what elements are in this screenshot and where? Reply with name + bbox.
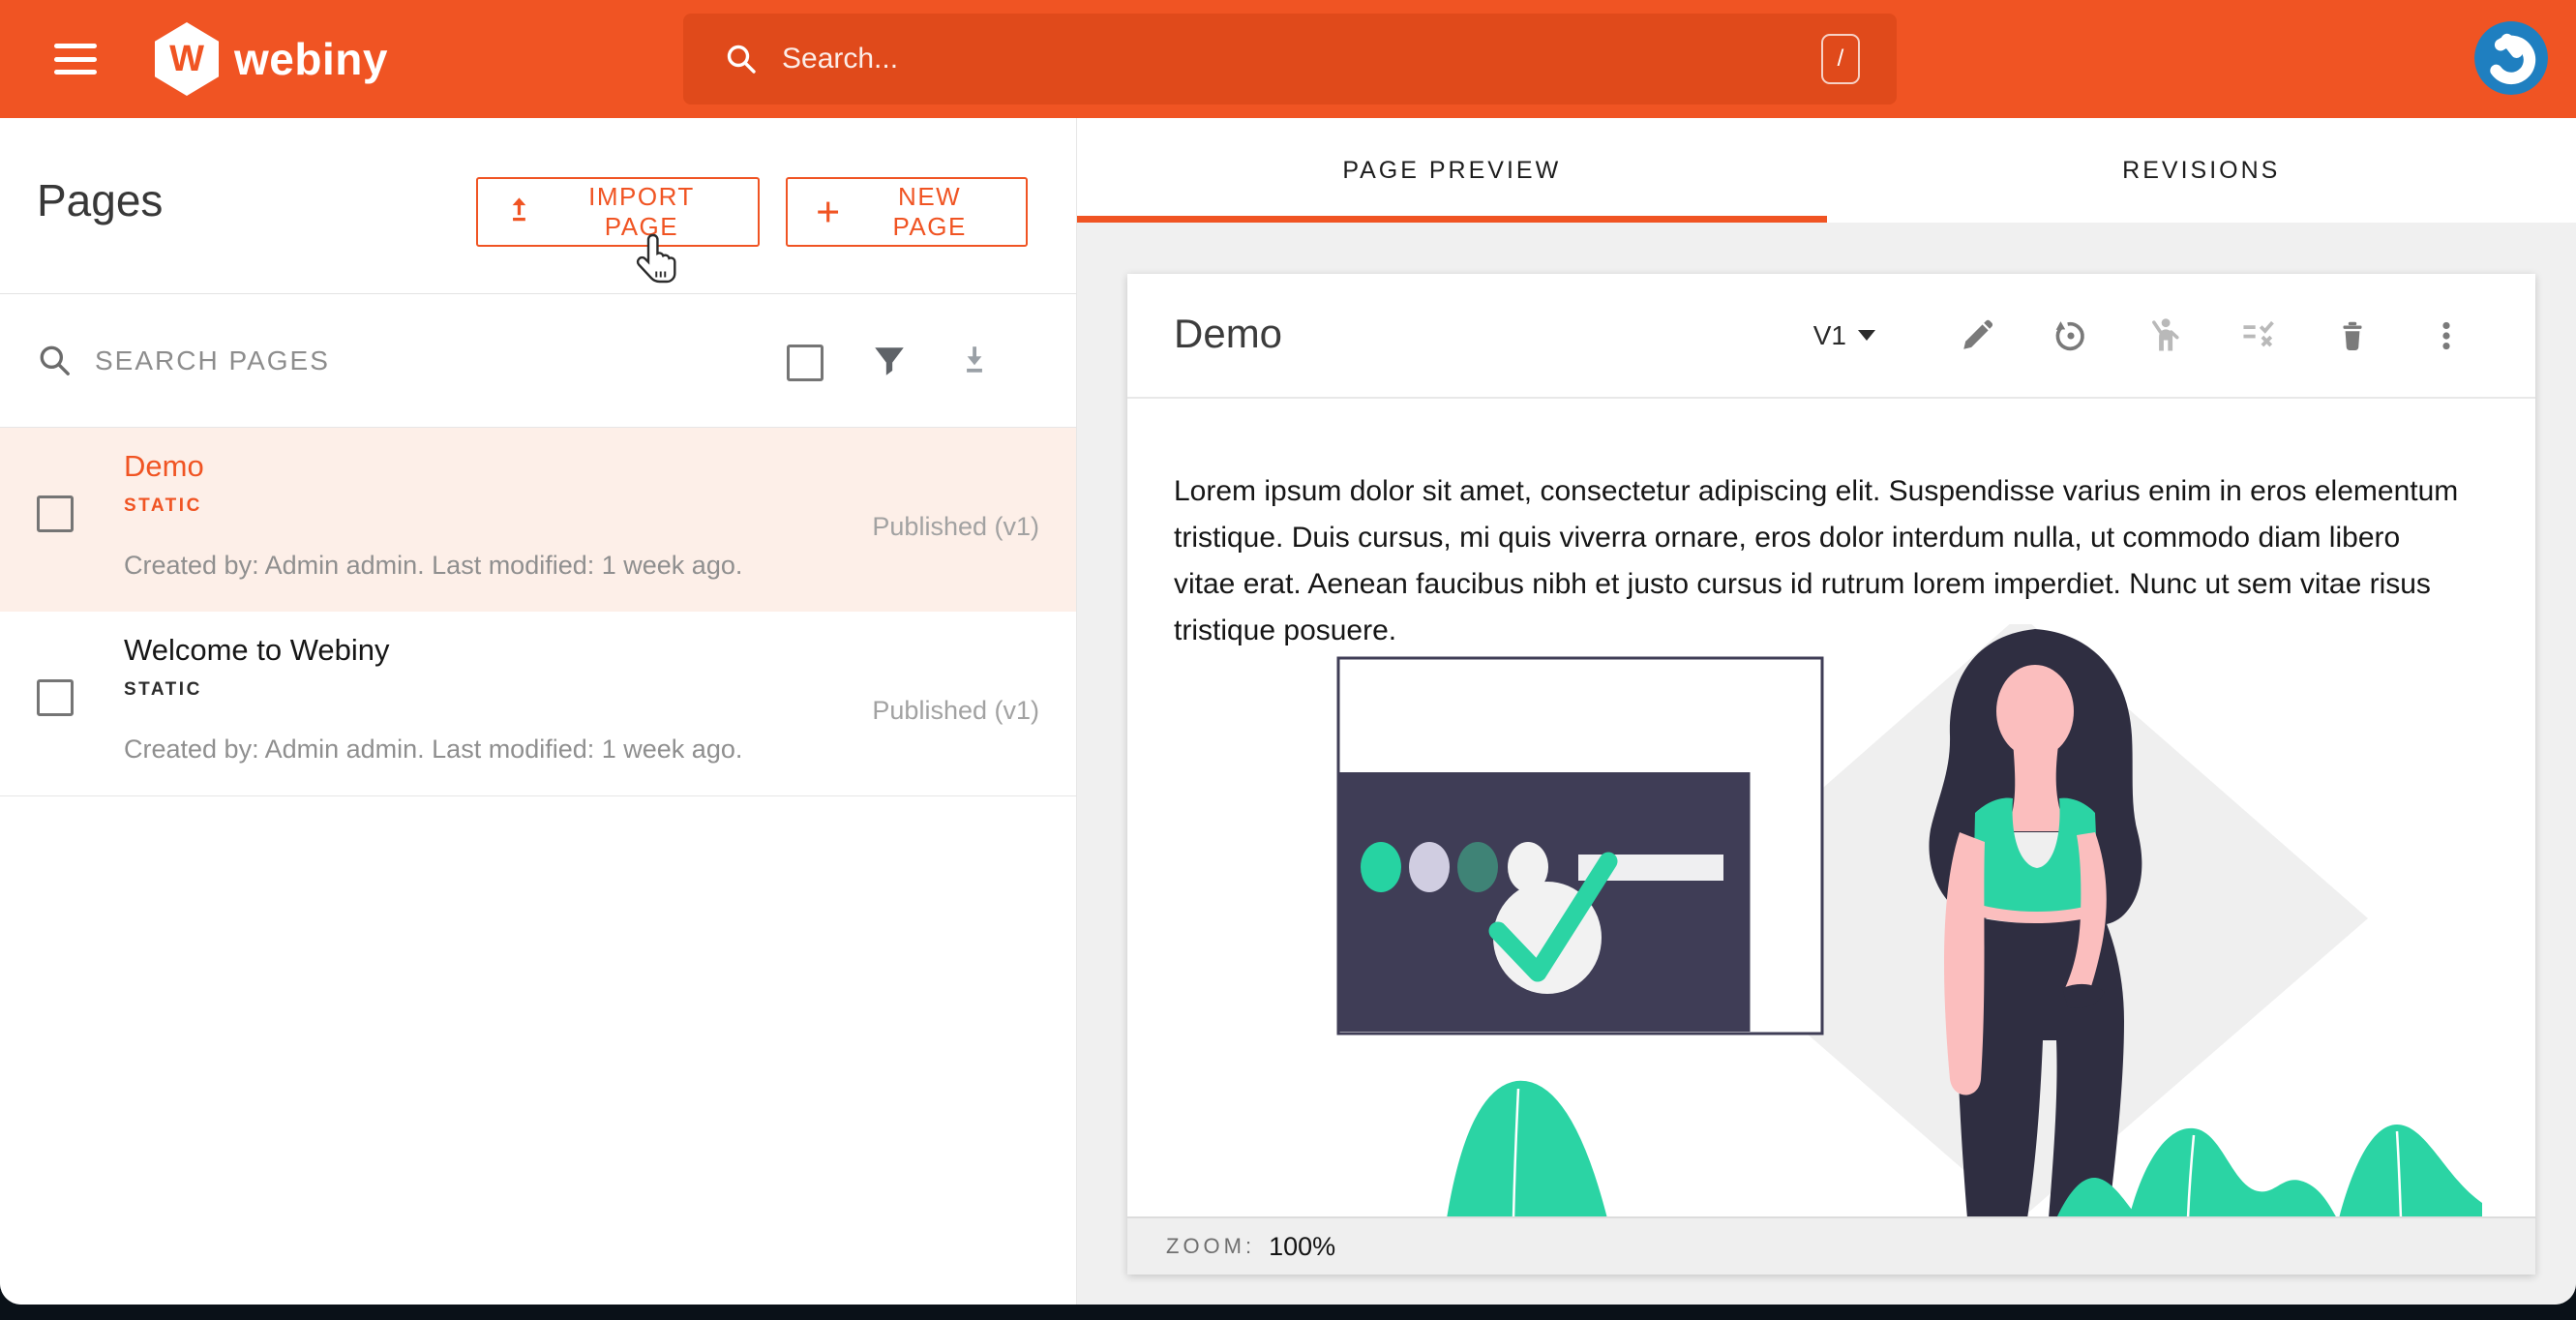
- upload-icon: [512, 197, 526, 222]
- global-search-input[interactable]: [780, 42, 1821, 76]
- zoom-value[interactable]: 100%: [1269, 1232, 1335, 1262]
- brand-name: webiny: [234, 34, 388, 84]
- import-page-label: IMPORT PAGE: [588, 182, 695, 241]
- version-dropdown[interactable]: V1: [1813, 320, 1875, 351]
- slash-shortcut-key: /: [1821, 34, 1860, 84]
- select-all-checkbox[interactable]: [787, 345, 824, 381]
- request-review-button[interactable]: [2145, 316, 2184, 355]
- plus-icon: [818, 201, 839, 223]
- webiny-logo[interactable]: W: [155, 22, 219, 96]
- tab-page-preview[interactable]: PAGE PREVIEW: [1077, 118, 1827, 223]
- item-title[interactable]: Demo: [124, 449, 204, 484]
- pages-panel-header: Pages IMPORT PAGE NEW PAGE: [0, 118, 1076, 294]
- search-icon: [727, 45, 756, 74]
- revision-history-button[interactable]: [2052, 316, 2090, 355]
- list-item-demo[interactable]: Demo STATIC Published (v1) Created by: A…: [0, 428, 1076, 612]
- item-type-badge: STATIC: [124, 679, 202, 700]
- page-illustration: [1336, 624, 2482, 1216]
- item-checkbox[interactable]: [37, 495, 74, 532]
- list-item-welcome-to-webiny[interactable]: Welcome to Webiny STATIC Published (v1) …: [0, 612, 1076, 796]
- preview-card: Demo V1 Lorem ipsum dolor sit amet, cons…: [1127, 274, 2535, 1275]
- item-type-badge: STATIC: [124, 495, 202, 516]
- delete-page-button[interactable]: [2333, 316, 2372, 355]
- preview-card-header: Demo V1: [1127, 274, 2535, 399]
- filter-icon[interactable]: [871, 343, 908, 379]
- chevron-down-icon: [1858, 330, 1875, 341]
- unpublish-icon: [2243, 320, 2274, 346]
- pages-list-panel: Pages IMPORT PAGE NEW PAGE SEARCH PAGES …: [0, 118, 1077, 1305]
- item-checkbox[interactable]: [37, 679, 74, 716]
- preview-actions: V1: [1813, 274, 2466, 397]
- pages-search-input[interactable]: [93, 337, 639, 385]
- request-review-icon: [2152, 317, 2179, 351]
- edit-pencil-icon: [1963, 319, 1993, 349]
- preview-tabs: PAGE PREVIEW REVISIONS: [1077, 118, 2576, 223]
- menu-icon[interactable]: [54, 44, 97, 75]
- item-status: Published (v1): [872, 512, 1039, 541]
- global-search[interactable]: /: [683, 14, 1897, 105]
- import-page-button[interactable]: IMPORT PAGE: [476, 177, 760, 247]
- preview-card-body: Lorem ipsum dolor sit amet, consectetur …: [1127, 399, 2535, 1216]
- edit-page-button[interactable]: [1958, 316, 1996, 355]
- new-page-button[interactable]: NEW PAGE: [786, 177, 1028, 247]
- item-title[interactable]: Welcome to Webiny: [124, 633, 390, 668]
- export-icon[interactable]: [956, 343, 993, 379]
- more-vertical-icon: [2442, 321, 2450, 349]
- item-status: Published (v1): [872, 696, 1039, 725]
- page-title: Pages: [37, 175, 164, 225]
- tab-revisions[interactable]: REVISIONS: [1827, 118, 2576, 223]
- page-preview-panel: PAGE PREVIEW REVISIONS Demo V1 Lorem ips…: [1077, 118, 2576, 1305]
- user-avatar[interactable]: [2474, 21, 2548, 95]
- app-window: W webiny / Pages: [0, 0, 2576, 1305]
- item-meta: Created by: Admin admin. Last modified: …: [124, 551, 743, 580]
- history-icon: [2055, 320, 2084, 350]
- trash-icon: [2343, 321, 2362, 350]
- preview-page-title: Demo: [1174, 311, 1283, 356]
- preview-zoom-bar: ZOOM: 100%: [1127, 1216, 2535, 1275]
- top-bar: W webiny /: [0, 0, 2576, 118]
- zoom-label: ZOOM:: [1166, 1234, 1256, 1258]
- pages-search-row: [0, 294, 1076, 428]
- item-meta: Created by: Admin admin. Last modified: …: [124, 735, 743, 764]
- unpublish-button[interactable]: [2239, 316, 2278, 355]
- search-icon: [40, 345, 70, 375]
- version-label: V1: [1812, 319, 1846, 350]
- new-page-label: NEW PAGE: [892, 182, 967, 241]
- more-options-button[interactable]: [2427, 316, 2466, 355]
